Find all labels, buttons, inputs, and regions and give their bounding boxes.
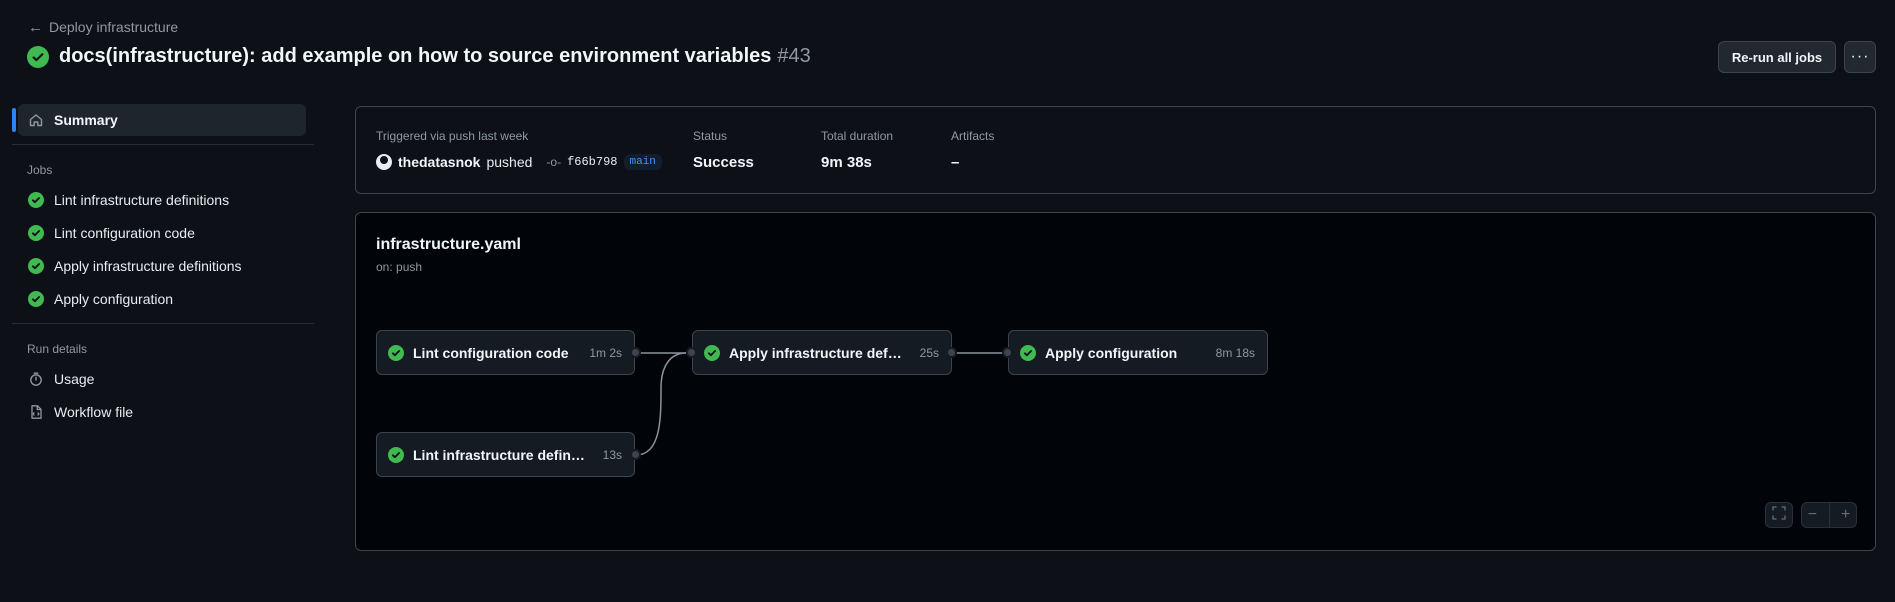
sidebar-item-label: Summary (54, 112, 118, 128)
sidebar-job-apply-configuration[interactable]: Apply configuration (12, 282, 314, 315)
run-summary-card: Triggered via push last week thedatasnok… (355, 106, 1876, 194)
status-info: Status Success (693, 129, 754, 171)
page-title: docs(infrastructure): add example on how… (59, 45, 811, 68)
workflow-graph: infrastructure.yaml on: push Lint config… (355, 212, 1876, 551)
duration-info: Total duration 9m 38s (821, 129, 893, 171)
status-label: Status (693, 129, 728, 143)
file-code-icon (28, 404, 44, 420)
home-icon (28, 112, 44, 128)
sidebar-job-label: Apply configuration (54, 290, 174, 307)
artifacts-label: Artifacts (951, 129, 995, 143)
sidebar-item-usage[interactable]: Usage (12, 362, 314, 395)
run-details-heading: Run details (27, 342, 88, 356)
zoom-out-button[interactable]: − (1808, 506, 1817, 524)
job-node-name: Apply infrastructure definiti... (729, 344, 905, 361)
job-node-duration: 13s (602, 447, 622, 462)
run-number: #43 (777, 45, 811, 67)
job-node-apply-configuration[interactable]: Apply configuration 8m 18s (1008, 330, 1268, 375)
arrow-left-icon: ← (28, 18, 43, 36)
branch-badge[interactable]: main (623, 154, 662, 170)
git-commit-icon: -o- (546, 155, 562, 169)
zoom-in-button[interactable]: + (1841, 506, 1850, 524)
job-node-duration: 25s (919, 345, 939, 360)
success-check-icon (28, 224, 44, 241)
sidebar: Summary Jobs Lint infrastructure definit… (12, 104, 314, 428)
success-check-icon (388, 344, 404, 361)
success-check-icon (1020, 344, 1036, 361)
node-output-port (946, 347, 957, 358)
success-check-icon (704, 344, 720, 361)
sidebar-item-label: Workflow file (54, 403, 134, 420)
trigger-label: Triggered via push last week (376, 129, 529, 143)
back-link[interactable]: ← Deploy infrastructure (28, 19, 178, 35)
success-check-icon (28, 257, 44, 274)
trigger-info: Triggered via push last week thedatasnok… (376, 129, 662, 170)
sidebar-job-apply-infrastructure[interactable]: Apply infrastructure definitions (12, 249, 314, 282)
trigger-details: thedatasnok pushed -o- f66b798 main (376, 154, 662, 170)
sidebar-job-label: Apply infrastructure definitions (54, 257, 242, 274)
node-input-port (686, 347, 697, 358)
success-check-icon (27, 45, 49, 68)
sidebar-item-workflow-file[interactable]: Workflow file (12, 395, 314, 428)
zoom-controls: − + (1801, 502, 1857, 528)
job-node-name: Apply configuration (1045, 344, 1178, 361)
job-node-apply-infrastructure[interactable]: Apply infrastructure definiti... 25s (692, 330, 952, 375)
jobs-heading: Jobs (27, 163, 53, 177)
sidebar-item-label: Usage (54, 370, 95, 387)
node-input-port (1002, 347, 1013, 358)
artifacts-value: – (951, 154, 960, 171)
run-title: docs(infrastructure): add example on how… (59, 45, 772, 67)
job-node-lint-configuration[interactable]: Lint configuration code 1m 2s (376, 330, 635, 375)
success-check-icon (388, 446, 404, 463)
sidebar-job-label: Lint configuration code (54, 224, 195, 241)
title-row: docs(infrastructure): add example on how… (27, 45, 811, 68)
commit-sha-link[interactable]: f66b798 (567, 155, 617, 169)
more-options-button[interactable]: ··· (1844, 41, 1876, 73)
actor-link[interactable]: thedatasnok (398, 154, 480, 170)
action-text: pushed (486, 154, 533, 170)
job-node-lint-infrastructure[interactable]: Lint infrastructure definitions 13s (376, 432, 635, 477)
node-output-port (630, 449, 641, 460)
stopwatch-icon (28, 371, 44, 387)
sidebar-job-lint-configuration[interactable]: Lint configuration code (12, 216, 314, 249)
job-node-name: Lint infrastructure definitions (413, 446, 588, 463)
artifacts-info: Artifacts – (951, 129, 994, 171)
back-link-label: Deploy infrastructure (49, 19, 179, 35)
job-node-duration: 1m 2s (589, 345, 622, 360)
job-node-name: Lint configuration code (413, 344, 569, 361)
duration-value: 9m 38s (821, 154, 872, 171)
divider (1828, 503, 1830, 527)
status-value: Success (693, 154, 754, 171)
sidebar-job-lint-infrastructure[interactable]: Lint infrastructure definitions (12, 183, 314, 216)
avatar (376, 154, 392, 170)
success-check-icon (28, 290, 44, 307)
success-check-icon (28, 191, 44, 208)
sidebar-item-summary[interactable]: Summary (12, 104, 306, 136)
job-node-duration: 8m 18s (1215, 345, 1255, 360)
graph-connectors (635, 352, 1002, 456)
fullscreen-icon (1772, 505, 1786, 525)
rerun-all-jobs-button[interactable]: Re-run all jobs (1718, 41, 1836, 73)
node-output-port (630, 347, 641, 358)
sidebar-job-label: Lint infrastructure definitions (54, 191, 230, 208)
fullscreen-button[interactable] (1765, 502, 1793, 528)
duration-label: Total duration (821, 129, 894, 143)
